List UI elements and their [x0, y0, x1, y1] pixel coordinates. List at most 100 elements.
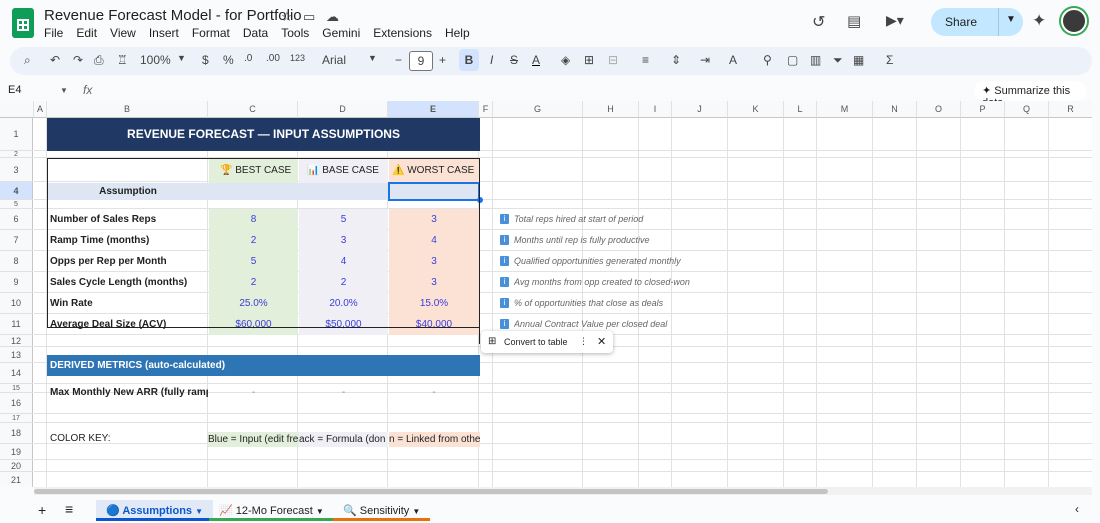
decrease-decimal-button[interactable]: .0	[244, 53, 252, 64]
vertical-align-icon[interactable]: ⇕	[671, 53, 681, 67]
italic-icon[interactable]: I	[490, 53, 493, 67]
column-header-f[interactable]: F	[479, 101, 493, 118]
undo-icon[interactable]: ↶	[50, 53, 60, 67]
column-header-h[interactable]: H	[583, 101, 639, 118]
chevron-down-icon[interactable]: ▼	[177, 53, 186, 63]
row-header-20[interactable]: 20	[0, 460, 33, 472]
menu-tools[interactable]: Tools	[281, 26, 309, 40]
input-note[interactable]: Total reps hired at start of period	[514, 209, 704, 230]
key-blue[interactable]: Blue = Input (edit fre	[208, 432, 299, 447]
column-header-n[interactable]: N	[873, 101, 917, 118]
key-black[interactable]: ack = Formula (don	[299, 432, 388, 447]
font-size-input[interactable]: 9	[409, 51, 433, 71]
insert-comment-icon[interactable]: ▢	[787, 53, 798, 67]
column-header-e[interactable]: E	[388, 101, 479, 118]
row-header-9[interactable]: 9	[0, 272, 33, 293]
scroll-tabs-left-icon[interactable]: ‹	[1075, 502, 1079, 516]
more-formats-button[interactable]: 123	[290, 53, 305, 63]
horizontal-align-icon[interactable]: ≡	[642, 53, 649, 67]
font-size-decrease-icon[interactable]: −	[395, 53, 402, 67]
menu-file[interactable]: File	[44, 26, 63, 40]
filter-icon[interactable]: ⏷	[833, 53, 843, 68]
menu-view[interactable]: View	[110, 26, 136, 40]
sheets-logo-icon[interactable]	[12, 8, 34, 38]
percent-format-button[interactable]: %	[223, 53, 234, 67]
functions-icon[interactable]: Σ	[886, 53, 893, 67]
column-header-g[interactable]: G	[493, 101, 583, 118]
tab-sensitivity[interactable]: 🔍 Sensitivity ▼	[333, 500, 431, 521]
color-key-label[interactable]: COLOR KEY:	[50, 433, 111, 444]
insert-link-icon[interactable]: ⚲	[763, 53, 772, 67]
spreadsheet-grid[interactable]: ABCDEFGHIJKLMNOPQRS 12345678910111213141…	[0, 101, 1092, 487]
tab-assumptions[interactable]: 🔵 Assumptions ▼	[96, 500, 214, 521]
key-green[interactable]: n = Linked from other sheet	[389, 432, 480, 447]
increase-decimal-button[interactable]: .00	[266, 53, 280, 64]
insert-chart-icon[interactable]: ▥	[810, 53, 821, 67]
comments-icon[interactable]: ▤	[847, 12, 861, 30]
text-color-icon[interactable]: A	[532, 53, 540, 67]
column-header-r[interactable]: R	[1049, 101, 1092, 118]
column-header-p[interactable]: P	[961, 101, 1005, 118]
column-header-i[interactable]: I	[639, 101, 672, 118]
more-options-icon[interactable]: ⋮	[579, 336, 588, 347]
menu-data[interactable]: Data	[243, 26, 268, 40]
row-header-12[interactable]: 12	[0, 335, 33, 347]
text-rotation-icon[interactable]: A	[729, 53, 737, 67]
banner-title[interactable]: REVENUE FORECAST — INPUT ASSUMPTIONS	[47, 118, 480, 151]
derived-metrics-header[interactable]: DERIVED METRICS (auto-calculated)	[47, 355, 480, 376]
row-header-11[interactable]: 11	[0, 314, 33, 335]
paint-format-icon[interactable]: ♖	[117, 53, 128, 67]
row-header-14[interactable]: 14	[0, 363, 33, 384]
share-dropdown-icon[interactable]: ▼	[1006, 14, 1016, 25]
input-note[interactable]: Qualified opportunities generated monthl…	[514, 251, 704, 272]
menu-edit[interactable]: Edit	[76, 26, 97, 40]
max-arr-base[interactable]: -	[299, 387, 388, 398]
column-header-o[interactable]: O	[917, 101, 961, 118]
row-header-17[interactable]: 17	[0, 414, 33, 423]
row-header-4[interactable]: 4	[0, 182, 33, 200]
chevron-down-icon[interactable]: ▼	[368, 53, 377, 63]
fill-color-icon[interactable]: ◈	[561, 53, 570, 67]
select-all-corner[interactable]	[0, 101, 34, 118]
column-header-c[interactable]: C	[208, 101, 298, 118]
menu-insert[interactable]: Insert	[149, 26, 179, 40]
input-note[interactable]: Months until rep is fully productive	[514, 230, 704, 251]
column-header-d[interactable]: D	[298, 101, 388, 118]
column-header-l[interactable]: L	[784, 101, 817, 118]
input-note[interactable]: % of opportunities that close as deals	[514, 293, 704, 314]
strikethrough-icon[interactable]: S	[510, 53, 518, 67]
redo-icon[interactable]: ↷	[73, 53, 83, 67]
zoom-select[interactable]: 100%	[140, 53, 171, 67]
filter-views-icon[interactable]: ▦	[853, 53, 864, 67]
font-select[interactable]: Arial	[322, 53, 346, 67]
summarize-button[interactable]: ✦ Summarize this data	[974, 81, 1086, 109]
horizontal-scrollbar[interactable]	[34, 489, 828, 494]
menu-help[interactable]: Help	[445, 26, 470, 40]
tab-12-mo-forecast[interactable]: 📈 12-Mo Forecast ▼	[209, 500, 334, 521]
font-size-increase-icon[interactable]: +	[439, 53, 446, 67]
max-arr-best[interactable]: -	[209, 387, 298, 398]
column-header-m[interactable]: M	[817, 101, 873, 118]
row-header-16[interactable]: 16	[0, 393, 33, 414]
column-header-k[interactable]: K	[728, 101, 784, 118]
row-header-15[interactable]: 15	[0, 384, 33, 393]
menu-gemini[interactable]: Gemini	[322, 26, 360, 40]
max-arr-worst[interactable]: -	[389, 387, 479, 398]
menu-extensions[interactable]: Extensions	[373, 26, 432, 40]
column-header-a[interactable]: A	[34, 101, 47, 118]
row-header-19[interactable]: 19	[0, 444, 33, 460]
name-box[interactable]: E4	[8, 84, 21, 96]
column-header-b[interactable]: B	[47, 101, 208, 118]
chevron-down-icon[interactable]: ▼	[60, 86, 68, 95]
print-icon[interactable]: ⎙	[94, 53, 104, 68]
move-folder-icon[interactable]: ▭	[303, 9, 315, 25]
row-header-6[interactable]: 6	[0, 209, 33, 230]
share-button[interactable]: Share ▼	[931, 8, 1023, 36]
meet-icon[interactable]: ▶▾	[886, 12, 904, 29]
row-header-21[interactable]: 21	[0, 472, 33, 487]
avatar[interactable]	[1061, 8, 1087, 34]
cloud-status-icon[interactable]: ☁	[326, 9, 339, 25]
max-arr-label[interactable]: Max Monthly New ARR (fully rampe	[50, 387, 208, 401]
text-wrapping-icon[interactable]: ⇥	[700, 53, 710, 67]
row-header-7[interactable]: 7	[0, 230, 33, 251]
